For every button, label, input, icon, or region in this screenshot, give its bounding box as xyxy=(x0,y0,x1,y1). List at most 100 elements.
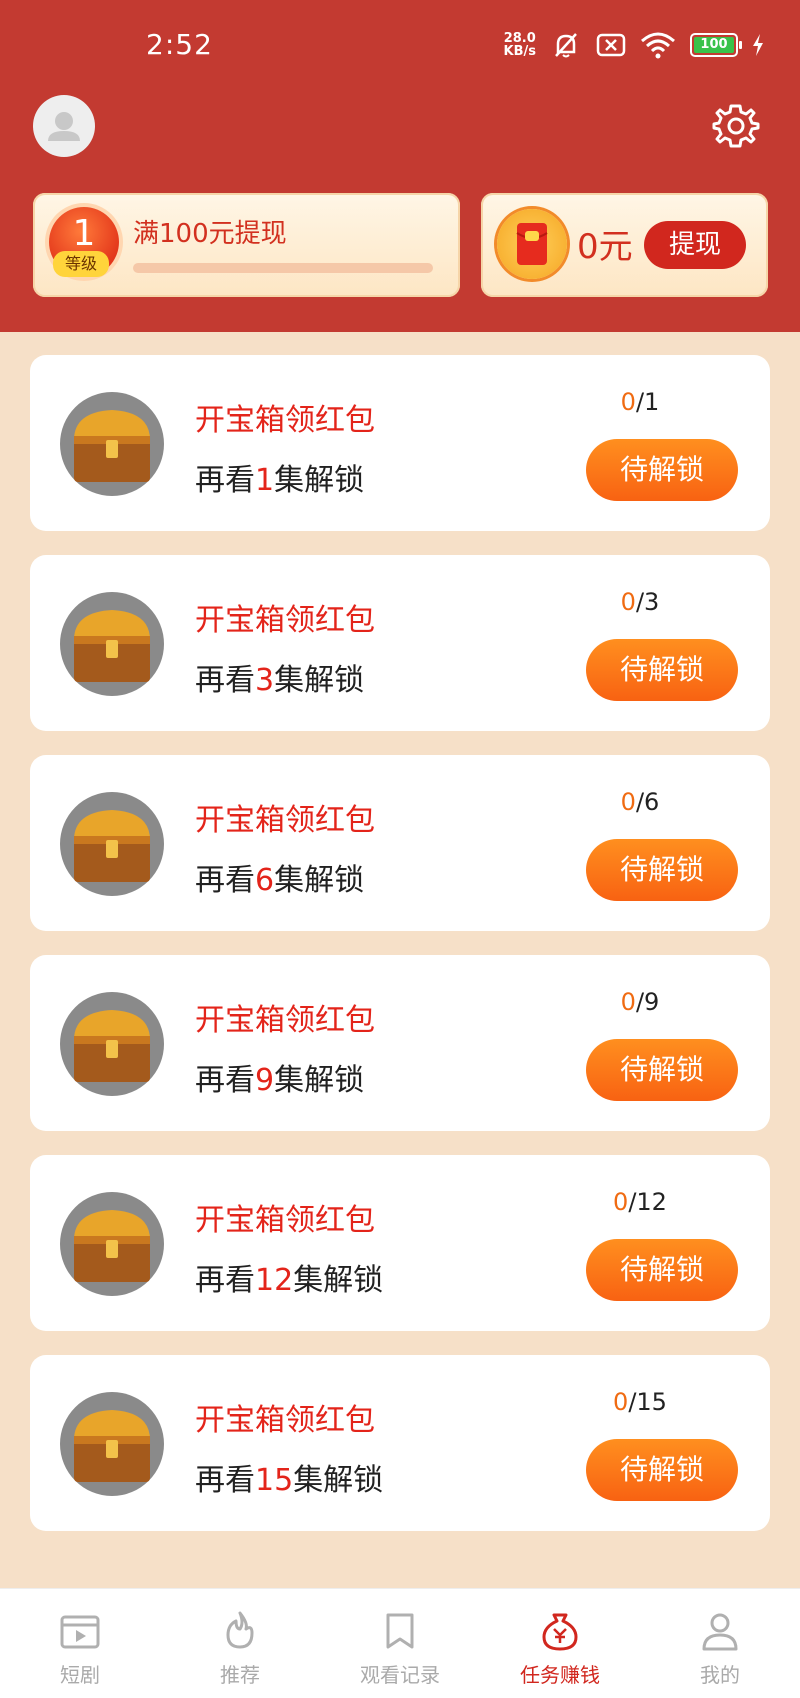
task-title: 开宝箱领红包 xyxy=(195,1003,375,1038)
task-progress-total: /9 xyxy=(635,988,660,1016)
task-progress: 0/3 xyxy=(560,588,720,616)
treasure-chest-icon xyxy=(60,592,164,696)
tab-label: 短剧 xyxy=(60,1663,100,1687)
status-time: 2:52 xyxy=(146,28,213,61)
unlock-button[interactable]: 待解锁 xyxy=(586,639,738,701)
task-progress-done: 0 xyxy=(620,788,636,816)
level-progress-bar xyxy=(133,263,433,273)
bottom-tab-bar: 短剧 推荐 观看记录 任务赚钱 我的 xyxy=(0,1588,800,1698)
task-episode-count: 9 xyxy=(255,1063,275,1098)
task-progress-total: /6 xyxy=(635,788,660,816)
task-requirement: 再看9集解锁 xyxy=(195,1055,364,1099)
unlock-button[interactable]: 待解锁 xyxy=(586,439,738,501)
avatar[interactable] xyxy=(33,95,95,157)
settings-gear-icon[interactable] xyxy=(712,102,760,150)
task-requirement-suffix: 集解锁 xyxy=(274,1063,365,1098)
task-progress-total: /15 xyxy=(628,1388,667,1416)
task-requirement: 再看3集解锁 xyxy=(195,655,364,699)
task-card: 开宝箱领红包 再看3集解锁 0/3 待解锁 xyxy=(30,555,770,731)
no-sim-icon xyxy=(596,33,626,57)
task-progress-done: 0 xyxy=(620,588,636,616)
task-progress: 0/6 xyxy=(560,788,720,816)
task-progress-done: 0 xyxy=(613,1188,629,1216)
unlock-button[interactable]: 待解锁 xyxy=(586,1439,738,1501)
task-requirement-prefix: 再看 xyxy=(195,663,255,698)
task-requirement-prefix: 再看 xyxy=(195,463,255,498)
task-progress: 0/9 xyxy=(560,988,720,1016)
tab-label: 推荐 xyxy=(220,1663,260,1687)
mute-bell-icon xyxy=(555,33,577,58)
wallet-card: 0元 提现 xyxy=(481,193,768,297)
level-number: 1 xyxy=(72,213,96,254)
status-icons: 28.0 KB/s 100 xyxy=(504,30,764,60)
task-progress-total: /3 xyxy=(635,588,660,616)
tab-label: 我的 xyxy=(700,1663,740,1687)
task-card: 开宝箱领红包 再看12集解锁 0/12 待解锁 xyxy=(30,1155,770,1331)
task-card: 开宝箱领红包 再看1集解锁 0/1 待解锁 xyxy=(30,355,770,531)
task-progress-done: 0 xyxy=(620,388,636,416)
task-requirement-suffix: 集解锁 xyxy=(274,663,365,698)
tab-watch-history[interactable]: 观看记录 xyxy=(320,1589,480,1698)
task-requirement-prefix: 再看 xyxy=(195,1463,255,1498)
flame-icon xyxy=(226,1611,254,1649)
network-speed-unit: KB/s xyxy=(503,44,536,59)
level-withdraw-threshold: 满100元提现 xyxy=(133,219,287,249)
tab-label: 任务赚钱 xyxy=(520,1663,600,1687)
task-title: 开宝箱领红包 xyxy=(195,1403,375,1438)
task-episode-count: 15 xyxy=(255,1463,294,1498)
task-card: 开宝箱领红包 再看9集解锁 0/9 待解锁 xyxy=(30,955,770,1131)
battery-icon: 100 xyxy=(690,33,742,57)
battery-level: 100 xyxy=(694,37,734,53)
tab-short-drama[interactable]: 短剧 xyxy=(0,1589,160,1698)
tab-mine[interactable]: 我的 xyxy=(640,1589,800,1698)
tab-recommend[interactable]: 推荐 xyxy=(160,1589,320,1698)
treasure-chest-icon xyxy=(60,392,164,496)
task-requirement-prefix: 再看 xyxy=(195,863,255,898)
status-bar: 2:52 28.0 KB/s 100 xyxy=(0,0,800,90)
task-requirement-prefix: 再看 xyxy=(195,1263,255,1298)
treasure-chest-icon xyxy=(60,1192,164,1296)
task-progress-done: 0 xyxy=(613,1388,629,1416)
task-episode-count: 1 xyxy=(255,463,275,498)
task-list: 开宝箱领红包 再看1集解锁 0/1 待解锁 开宝箱领红包 再看3集解锁 0/3 … xyxy=(30,355,770,1555)
unlock-button[interactable]: 待解锁 xyxy=(586,839,738,901)
task-progress: 0/15 xyxy=(560,1388,720,1416)
bookmark-icon xyxy=(386,1613,414,1649)
task-progress: 0/12 xyxy=(560,1188,720,1216)
task-title: 开宝箱领红包 xyxy=(195,1203,375,1238)
user-icon xyxy=(48,112,80,141)
money-bag-icon xyxy=(542,1613,578,1651)
treasure-chest-icon xyxy=(60,992,164,1096)
withdraw-button[interactable]: 提现 xyxy=(644,221,746,269)
charging-icon xyxy=(753,34,763,56)
task-requirement-prefix: 再看 xyxy=(195,1063,255,1098)
unlock-button[interactable]: 待解锁 xyxy=(586,1039,738,1101)
task-title: 开宝箱领红包 xyxy=(195,603,375,638)
task-requirement: 再看12集解锁 xyxy=(195,1255,383,1299)
task-card: 开宝箱领红包 再看15集解锁 0/15 待解锁 xyxy=(30,1355,770,1531)
unlock-button[interactable]: 待解锁 xyxy=(586,1239,738,1301)
task-requirement-suffix: 集解锁 xyxy=(293,1463,384,1498)
level-card[interactable]: 1 等级 满100元提现 xyxy=(33,193,460,297)
task-card: 开宝箱领红包 再看6集解锁 0/6 待解锁 xyxy=(30,755,770,931)
task-progress-total: /12 xyxy=(628,1188,667,1216)
tab-earn-money[interactable]: 任务赚钱 xyxy=(480,1589,640,1698)
person-icon xyxy=(702,1613,738,1651)
task-requirement-suffix: 集解锁 xyxy=(274,863,365,898)
treasure-chest-icon xyxy=(60,792,164,896)
task-episode-count: 6 xyxy=(255,863,275,898)
task-progress: 0/1 xyxy=(560,388,720,416)
tab-label: 观看记录 xyxy=(360,1663,440,1687)
task-title: 开宝箱领红包 xyxy=(195,403,375,438)
film-icon xyxy=(60,1615,100,1649)
task-progress-done: 0 xyxy=(620,988,636,1016)
task-progress-total: /1 xyxy=(635,388,660,416)
treasure-chest-icon xyxy=(60,1392,164,1496)
task-requirement: 再看1集解锁 xyxy=(195,455,364,499)
task-requirement: 再看15集解锁 xyxy=(195,1455,383,1499)
red-envelope-icon xyxy=(497,209,567,279)
level-tag: 等级 xyxy=(53,251,109,277)
task-requirement: 再看6集解锁 xyxy=(195,855,364,899)
wallet-balance: 0元 xyxy=(577,227,633,267)
task-requirement-suffix: 集解锁 xyxy=(274,463,365,498)
